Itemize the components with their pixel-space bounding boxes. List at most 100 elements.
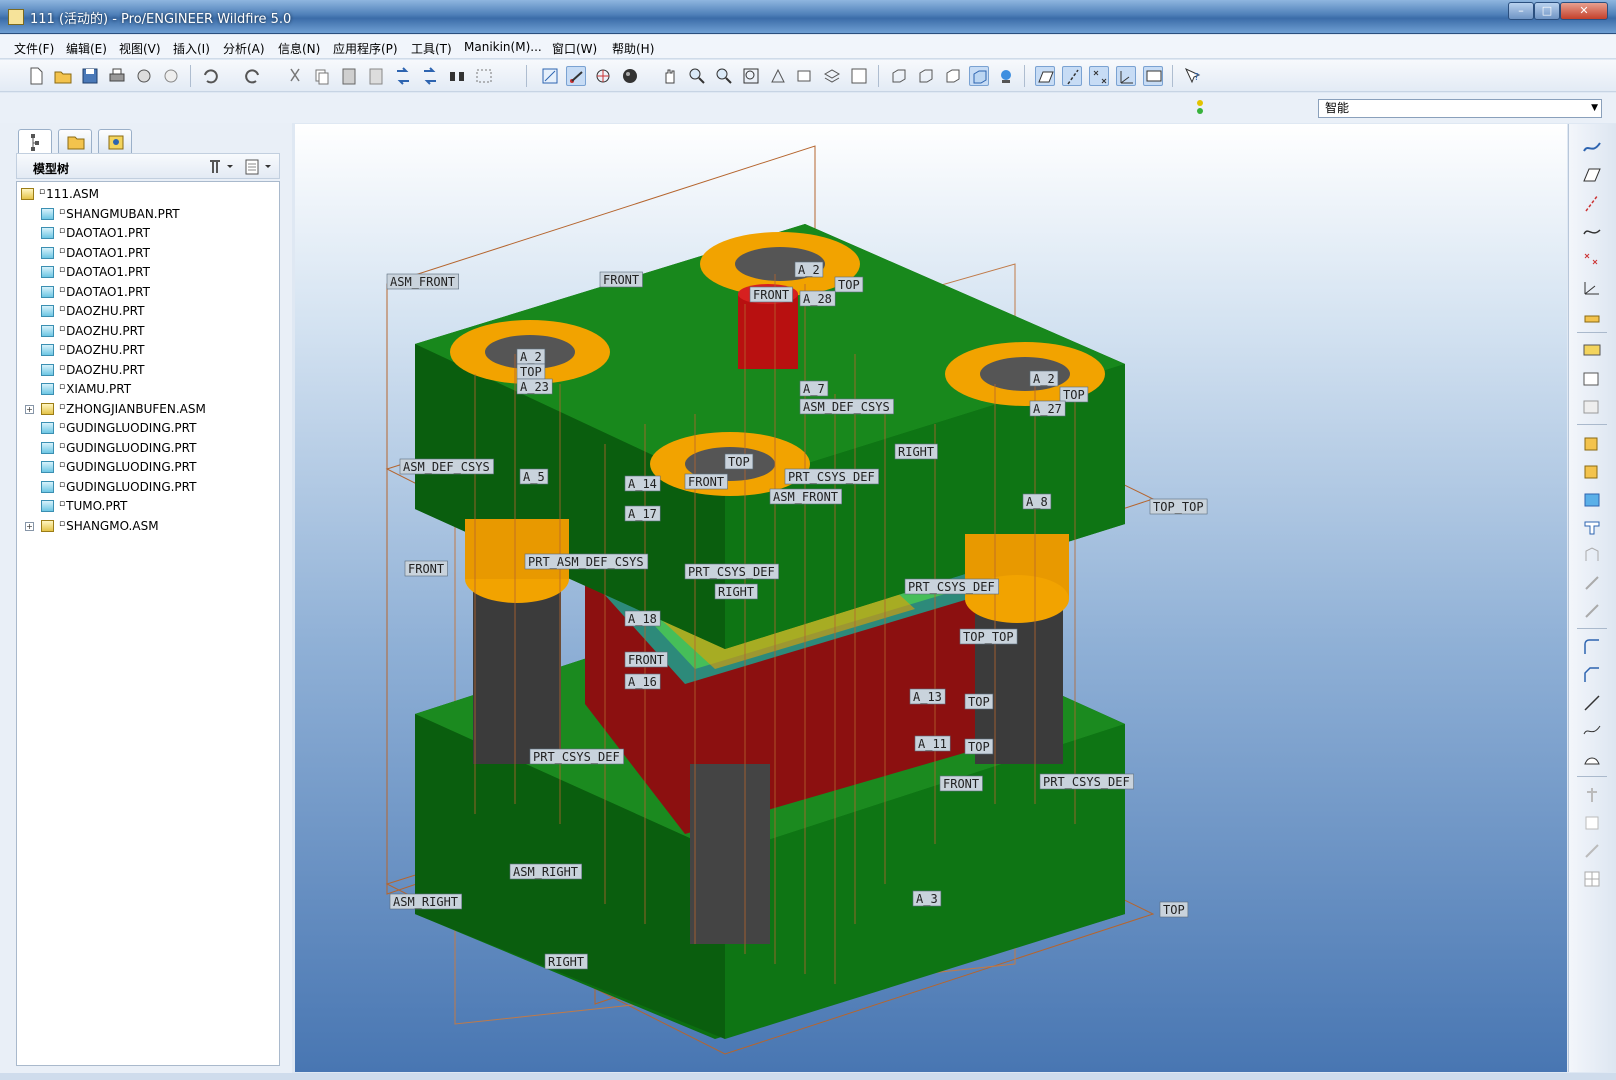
menu-applications[interactable]: 应用程序(P) (333, 40, 398, 57)
minimize-button[interactable]: – (1508, 2, 1534, 20)
offset-tool-icon[interactable] (1581, 868, 1603, 890)
datum-tag[interactable]: ASM_RIGHT (513, 865, 578, 879)
datum-tag[interactable]: FRONT (943, 777, 979, 791)
tree-item-part[interactable]: GUDINGLUODING.PRT (17, 457, 279, 477)
datum-tag[interactable]: ASM_RIGHT (393, 895, 458, 909)
shading-icon[interactable] (620, 66, 640, 86)
datum-tag[interactable]: A_2 (798, 263, 820, 277)
datum-tag[interactable]: A_27 (1033, 402, 1062, 416)
datum-tag[interactable]: PRT_CSYS_DEF (688, 565, 775, 579)
tree-show-icon[interactable] (243, 157, 273, 177)
merge-tool-icon[interactable] (1581, 748, 1603, 770)
datum-tag[interactable]: A_2 (1033, 372, 1055, 386)
layers-icon[interactable] (822, 66, 842, 86)
datum-tag[interactable]: PRT_CSYS_DEF (1043, 775, 1130, 789)
spin-center-icon[interactable] (593, 66, 613, 86)
select-box-icon[interactable] (474, 66, 494, 86)
menu-insert[interactable]: 插入(I) (173, 40, 210, 57)
tab-favorites[interactable] (98, 129, 132, 153)
datum-tag[interactable]: A_7 (803, 382, 825, 396)
datum-tag[interactable]: TOP_TOP (1153, 500, 1204, 514)
datum-axes-icon[interactable] (1062, 66, 1082, 86)
trim-tool-icon[interactable] (1581, 784, 1603, 806)
datum-display-icon[interactable] (566, 66, 586, 86)
chamfer-tool-icon[interactable] (1581, 664, 1603, 686)
cut-icon[interactable] (285, 66, 305, 86)
extrude-tool-icon[interactable] (1581, 432, 1603, 454)
datum-tag[interactable]: TOP (968, 695, 990, 709)
datum-tag[interactable]: FRONT (688, 475, 724, 489)
save-icon[interactable] (80, 66, 100, 86)
close-button[interactable]: ✕ (1560, 2, 1608, 20)
create-component-icon[interactable] (1581, 396, 1603, 418)
tree-item-part[interactable]: DAOTAO1.PRT (17, 223, 279, 243)
redo-icon[interactable] (243, 66, 263, 86)
graphics-viewport[interactable]: ASM_FRONT FRONT A_2 TOP FRONT A_28 A_2 TOP A_23 A… (295, 124, 1567, 1072)
regen-manager-icon[interactable] (420, 66, 440, 86)
datum-tag[interactable]: PRT_CSYS_DEF (788, 470, 875, 484)
model-3d-view[interactable]: ASM_FRONT FRONTA_2TOPFRONT A_28A_2TOPA_23A… (295, 124, 1567, 1072)
datum-tag[interactable]: TOP (968, 740, 990, 754)
datum-tag[interactable]: TOP (1063, 388, 1085, 402)
datum-axis-tool-icon[interactable] (1581, 192, 1603, 214)
sketch-tool-icon[interactable] (1581, 136, 1603, 158)
datum-plane-tool-icon[interactable] (1581, 164, 1603, 186)
hidden-line-icon[interactable] (916, 66, 936, 86)
rib-tool-icon[interactable] (1581, 572, 1603, 594)
datum-tag[interactable]: A_8 (1026, 495, 1048, 509)
menu-analysis[interactable]: 分析(A) (223, 40, 265, 57)
tree-item-part[interactable]: SHANGMUBAN.PRT (17, 204, 279, 224)
no-hidden-icon[interactable] (943, 66, 963, 86)
datum-points-icon[interactable] (1089, 66, 1109, 86)
revolve-tool-icon[interactable] (1581, 460, 1603, 482)
datum-tag[interactable]: RIGHT (718, 585, 754, 599)
shaded-icon[interactable] (969, 66, 989, 86)
pattern-tool-icon[interactable] (1581, 692, 1603, 714)
expand-icon[interactable]: + (25, 521, 34, 531)
send-link-icon[interactable] (161, 66, 181, 86)
datum-tag[interactable]: A_17 (628, 507, 657, 521)
reorient-icon[interactable] (768, 66, 788, 86)
tree-item-part[interactable]: DAOTAO1.PRT (17, 282, 279, 302)
tree-item-part[interactable]: DAOTAO1.PRT (17, 243, 279, 263)
enhanced-realism-icon[interactable] (996, 66, 1016, 86)
refit-icon[interactable] (741, 66, 761, 86)
annotations-icon[interactable] (1143, 66, 1163, 86)
view-manager-icon[interactable] (849, 66, 869, 86)
datum-planes-icon[interactable] (1035, 66, 1055, 86)
tree-item-part[interactable]: DAOZHU.PRT (17, 321, 279, 341)
datum-tag[interactable]: A_28 (803, 292, 832, 306)
menu-edit[interactable]: 编辑(E) (66, 40, 107, 57)
datum-tag[interactable]: A_3 (916, 892, 938, 906)
tree-item-part[interactable]: GUDINGLUODING.PRT (17, 438, 279, 458)
tree-item-part[interactable]: GUDINGLUODING.PRT (17, 418, 279, 438)
new-file-icon[interactable] (26, 66, 46, 86)
datum-tag[interactable]: A_11 (918, 737, 947, 751)
extend-tool-icon[interactable] (1581, 840, 1603, 862)
datum-tag[interactable]: PRT_ASM_DEF_CSYS (528, 555, 644, 569)
datum-tag[interactable]: TOP (728, 455, 750, 469)
csys-icon[interactable] (1116, 66, 1136, 86)
sweep-tool-icon[interactable] (1581, 488, 1603, 510)
datum-tag[interactable]: ASM_FRONT (390, 275, 455, 289)
menu-info[interactable]: 信息(N) (278, 40, 320, 57)
wireframe-icon[interactable] (889, 66, 909, 86)
datum-tag[interactable]: TOP (520, 365, 542, 379)
mirror-tool-icon[interactable] (1581, 720, 1603, 742)
annotation-tool-icon[interactable] (1581, 340, 1603, 362)
tab-model-tree[interactable] (18, 129, 52, 154)
datum-tag[interactable]: A_5 (523, 470, 545, 484)
selection-filter-dropdown[interactable]: 智能 ▼ (1318, 99, 1602, 118)
datum-tag[interactable]: FRONT (753, 288, 789, 302)
round-tool-icon[interactable] (1581, 636, 1603, 658)
pan-hand-icon[interactable] (660, 66, 680, 86)
datum-tag[interactable]: TOP (1163, 903, 1185, 917)
datum-tag[interactable]: RIGHT (898, 445, 934, 459)
datum-point-tool-icon[interactable] (1581, 248, 1603, 270)
maximize-button[interactable]: □ (1534, 2, 1560, 20)
tree-item-part[interactable]: DAOZHU.PRT (17, 360, 279, 380)
menu-file[interactable]: 文件(F) (14, 40, 54, 57)
datum-tag[interactable]: PRT_CSYS_DEF (533, 750, 620, 764)
email-icon[interactable] (134, 66, 154, 86)
csys-tool-icon[interactable] (1581, 276, 1603, 298)
